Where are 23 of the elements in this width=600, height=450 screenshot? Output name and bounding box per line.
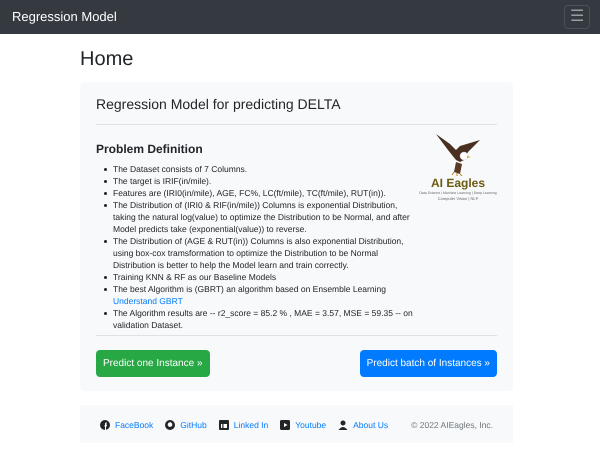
list-item-text: Training KNN & RF as our Baseline Models xyxy=(113,271,276,283)
list-item-text: Features are (IRI0(in/mile), AGE, FC%, LC(ft/mile), TC(ft/mile), RUT(in)). xyxy=(113,187,386,199)
footer-link[interactable]: Linked In xyxy=(234,419,268,432)
list-item-text: The Dataset consists of 7 Columns. xyxy=(113,163,248,175)
logo-text: AI Eagles xyxy=(430,176,486,191)
menu-button[interactable]: ☰ xyxy=(564,5,590,29)
footer-link[interactable]: FaceBook xyxy=(115,419,154,432)
predict-one-button[interactable]: Predict one Instance » xyxy=(96,350,210,377)
list-item-text: The target is IRIF(in/mile). xyxy=(113,175,212,187)
copyright-text: © 2022 AIEagles, Inc. xyxy=(411,419,493,432)
footer-link[interactable]: About Us xyxy=(353,419,388,432)
section-title: Problem Definition xyxy=(96,141,204,158)
footer-link[interactable]: GitHub xyxy=(180,419,207,432)
predict-batch-button[interactable]: Predict batch of Instances » xyxy=(360,350,497,377)
list-item-text: The Distribution of (AGE & RUT(in)) Columns is also exponential Distribution, using box-cox tramsformation to optimize the Distribution to be Normal Distribution is better to help the Model learn and train correctly. xyxy=(113,235,405,271)
list-item-text: The Algorithm results are -- r2_score = 85.2 % , MAE = 3.57, MSE = 59.35 -- on validation Dataset. xyxy=(113,307,414,331)
page-title: Home xyxy=(80,47,134,72)
list-item-text: The best Algorithm is (GBRT) an algorithm based on Ensemble Learning Understand GBRT xyxy=(113,283,387,307)
footer-link[interactable]: Youtube xyxy=(295,419,326,432)
card-title: Regression Model for predicting DELTA xyxy=(96,95,342,114)
link[interactable]: Understand GBRT xyxy=(113,296,183,306)
list-item-text: The Distribution of (IRI0 & RIF(in/mile)) Columns is exponential Distribution, taking the natural log(value) to optimize the Distribution to be Normal, and after Model predicts take (exponential(value)) to reverse. xyxy=(113,199,411,235)
navbar-brand[interactable]: Regression Model xyxy=(12,7,117,27)
